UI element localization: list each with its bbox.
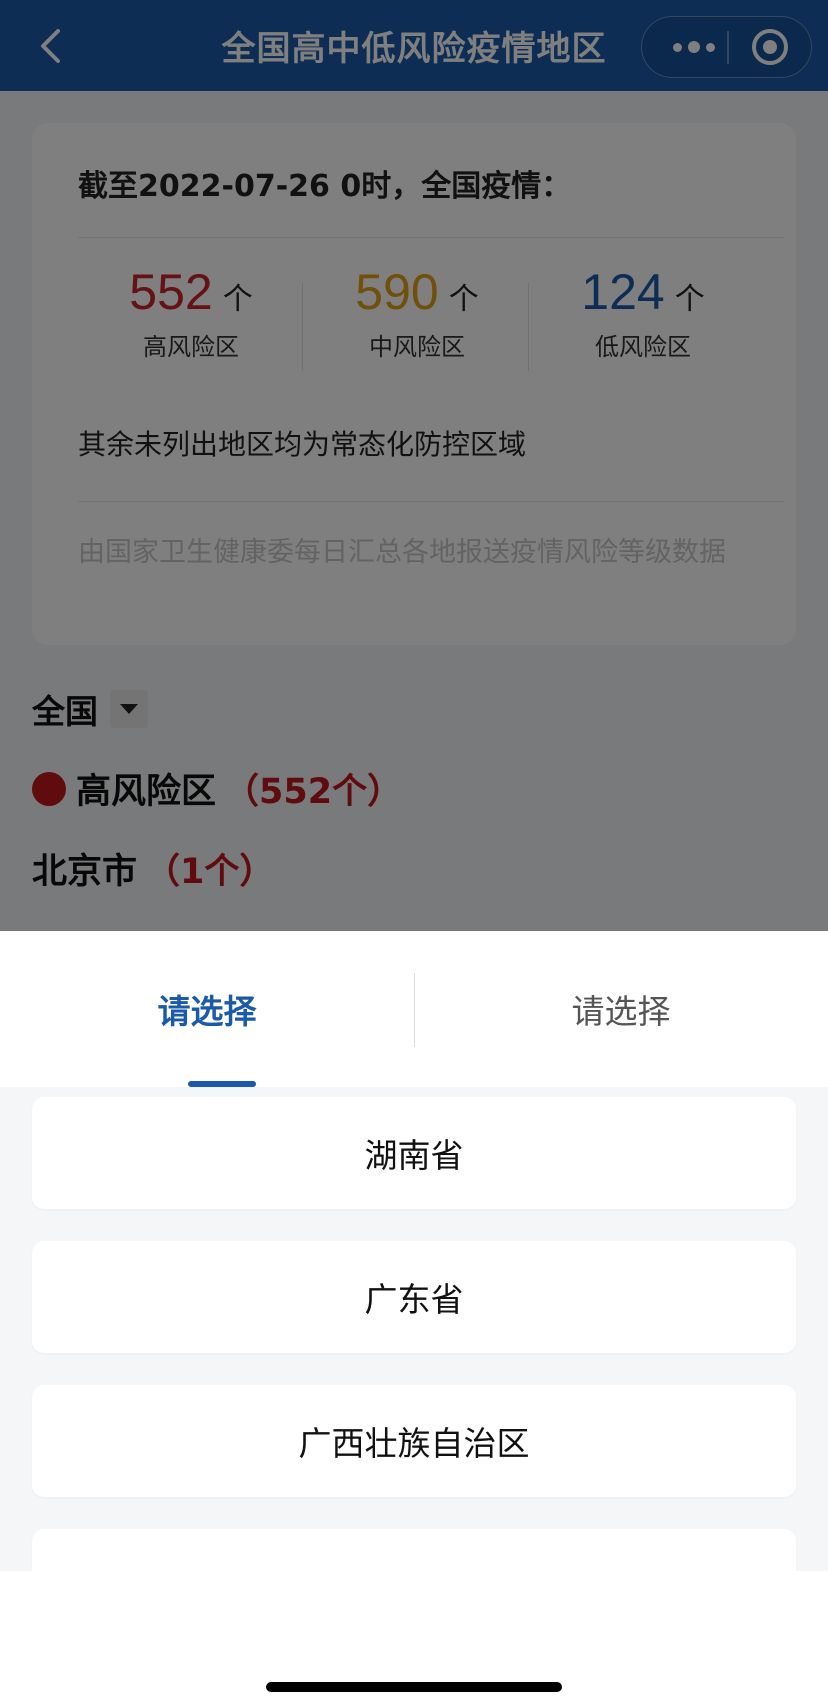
list-item[interactable]: 湖南省 xyxy=(32,1097,796,1209)
modal-backdrop[interactable] xyxy=(0,0,828,931)
picker-tabs: 请选择 请选择 xyxy=(0,931,828,1087)
option-list[interactable]: 湖南省 广东省 广西壮族自治区 海南省 xyxy=(0,1087,828,1571)
region-picker-sheet: 请选择 请选择 湖南省 广东省 广西壮族自治区 海南省 xyxy=(0,931,828,1704)
tab-city-label: 请选择 xyxy=(571,992,671,1031)
tab-province-label: 请选择 xyxy=(157,992,257,1031)
list-item[interactable]: 广东省 xyxy=(32,1241,796,1353)
tab-city[interactable]: 请选择 xyxy=(414,931,828,1087)
home-indicator xyxy=(266,1682,562,1692)
list-item[interactable]: 海南省 xyxy=(32,1529,796,1571)
list-item[interactable]: 广西壮族自治区 xyxy=(32,1385,796,1497)
tab-province[interactable]: 请选择 xyxy=(0,931,414,1087)
